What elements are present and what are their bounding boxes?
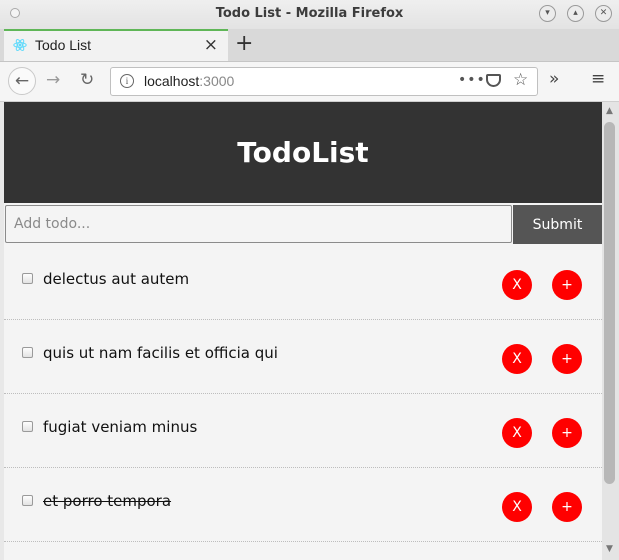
reload-button[interactable]: ↻ — [80, 70, 94, 90]
overflow-menu-icon[interactable]: » — [549, 69, 559, 89]
navigation-bar: ← → ↻ i localhost:3000 ••• ☆ » ≡ — [0, 62, 619, 102]
todo-checkbox[interactable] — [22, 273, 33, 284]
todo-checkbox[interactable] — [22, 495, 33, 506]
scroll-up-icon[interactable]: ▲ — [606, 106, 613, 116]
add-subtodo-button[interactable]: + — [552, 492, 582, 522]
scroll-down-icon[interactable]: ▼ — [606, 544, 613, 554]
tab-close-icon[interactable]: × — [204, 35, 218, 55]
site-info-icon[interactable]: i — [120, 74, 134, 88]
pocket-icon[interactable] — [486, 74, 501, 87]
new-tab-button[interactable]: + — [235, 31, 253, 56]
url-bar[interactable]: i localhost:3000 ••• ☆ — [110, 67, 538, 96]
page-content: TodoList Submit delectus aut autem X + q… — [4, 102, 602, 560]
add-todo-form: Submit — [4, 205, 602, 246]
window-titlebar: Todo List - Mozilla Firefox ▾ ▴ ✕ — [0, 0, 619, 29]
react-favicon-icon — [13, 38, 27, 52]
url-port: :3000 — [199, 73, 235, 89]
tab-title: Todo List — [35, 37, 92, 53]
page-actions-icon[interactable]: ••• — [458, 72, 486, 88]
app-title: TodoList — [237, 136, 369, 169]
delete-todo-button[interactable]: X — [502, 492, 532, 522]
delete-todo-button[interactable]: X — [502, 344, 532, 374]
list-item: quis ut nam facilis et officia qui X + — [4, 320, 602, 394]
bookmark-star-icon[interactable]: ☆ — [513, 70, 528, 90]
app-header: TodoList — [4, 102, 602, 203]
todo-title: et porro tempora — [43, 492, 172, 510]
delete-todo-button[interactable]: X — [502, 270, 532, 300]
close-window-button[interactable]: ✕ — [595, 5, 612, 22]
list-item: fugiat veniam minus X + — [4, 394, 602, 468]
url-host: localhost — [144, 73, 200, 89]
submit-button[interactable]: Submit — [513, 205, 602, 244]
chevron-up-icon: ▴ — [573, 8, 578, 18]
add-subtodo-button[interactable]: + — [552, 418, 582, 448]
todo-title: quis ut nam facilis et officia qui — [43, 344, 278, 362]
tab-strip: Todo List × + — [0, 29, 619, 62]
back-button[interactable]: ← — [8, 67, 36, 95]
forward-button[interactable]: → — [46, 70, 60, 90]
minimize-button[interactable]: ▾ — [539, 5, 556, 22]
maximize-button[interactable]: ▴ — [567, 5, 584, 22]
add-subtodo-button[interactable]: + — [552, 344, 582, 374]
tab-todo-list[interactable]: Todo List × — [4, 29, 228, 61]
add-todo-input[interactable] — [5, 205, 512, 243]
scrollbar-thumb[interactable] — [604, 122, 615, 484]
todo-checkbox[interactable] — [22, 421, 33, 432]
list-item: et porro tempora X + — [4, 468, 602, 542]
list-item: delectus aut autem X + — [4, 246, 602, 320]
window-title: Todo List - Mozilla Firefox — [215, 6, 404, 21]
add-subtodo-button[interactable]: + — [552, 270, 582, 300]
todo-checkbox[interactable] — [22, 347, 33, 358]
chevron-down-icon: ▾ — [545, 8, 550, 18]
close-icon: ✕ — [599, 8, 608, 18]
hamburger-menu-icon[interactable]: ≡ — [591, 69, 605, 89]
todo-title: delectus aut autem — [43, 270, 190, 288]
delete-todo-button[interactable]: X — [502, 418, 532, 448]
page-scrollbar[interactable]: ▲ ▼ — [602, 102, 619, 560]
todo-list: delectus aut autem X + quis ut nam facil… — [4, 246, 602, 542]
todo-title: fugiat veniam minus — [43, 418, 198, 436]
url-text[interactable]: localhost:3000 — [144, 73, 234, 89]
